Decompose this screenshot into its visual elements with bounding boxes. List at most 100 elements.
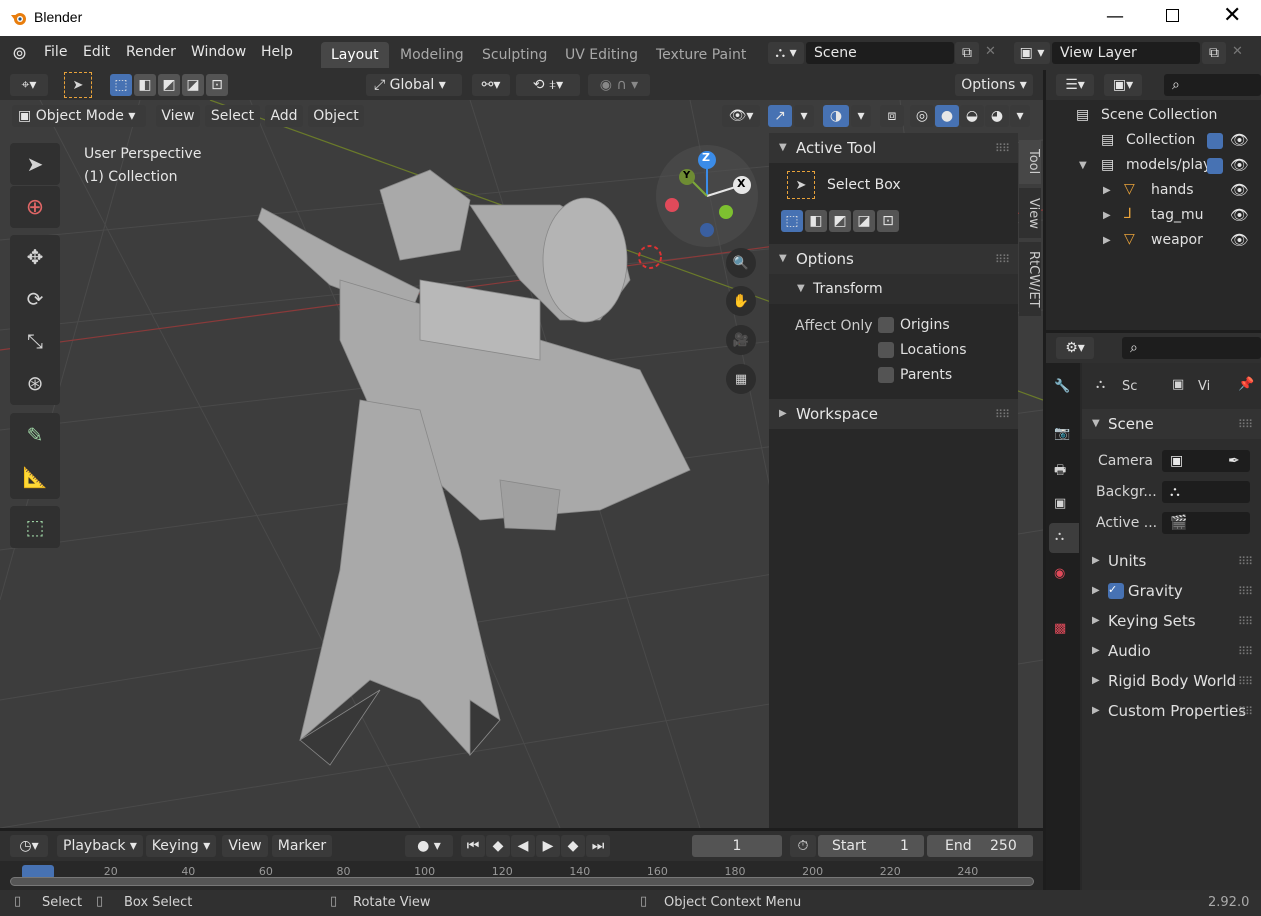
blender-menu-icon[interactable]: ⊚ xyxy=(12,43,27,64)
new-view-layer-icon[interactable]: ⧉ xyxy=(1202,42,1226,64)
exclude-checkbox[interactable] xyxy=(1207,158,1223,174)
rigid-body-world-section[interactable]: ▶ Rigid Body World ⠿⠿ xyxy=(1082,666,1261,696)
eye-icon[interactable]: 👁 xyxy=(1230,131,1249,149)
scene-selector[interactable]: ⛬ ▾ xyxy=(768,42,804,64)
menu-edit[interactable]: Edit xyxy=(83,44,110,60)
outliner-search-input[interactable]: ⌕ xyxy=(1164,74,1261,96)
rendered-shading-icon[interactable]: ◕ xyxy=(985,105,1009,127)
properties-editor-type-icon[interactable]: ⚙▾ xyxy=(1056,337,1094,359)
camera-field[interactable]: ▣ ✒ xyxy=(1162,450,1250,472)
overlay-toggle-icon[interactable]: ◑ xyxy=(823,105,849,127)
outliner-row-tag[interactable]: ▶ ⅃ tag_mu 👁 xyxy=(1046,204,1261,229)
outliner-row-scene-collection[interactable]: ▤ Scene Collection xyxy=(1046,104,1261,129)
texture-tab-icon[interactable]: ▩ xyxy=(1054,621,1066,636)
play-icon[interactable]: ▶ xyxy=(536,835,560,857)
tool-mode-new-icon[interactable]: ⬚ xyxy=(781,210,803,232)
transform-subpanel-header[interactable]: ▼ Transform xyxy=(769,274,1018,304)
expand-triangle-icon[interactable]: ▶ xyxy=(1103,185,1111,196)
editor-type-button[interactable]: ⌖▾ xyxy=(10,74,48,96)
mode-subtract-icon[interactable]: ◩ xyxy=(158,74,180,96)
play-reverse-icon[interactable]: ◀ xyxy=(511,835,535,857)
overlay-dropdown-icon[interactable]: ▾ xyxy=(851,105,871,127)
tab-view[interactable]: View xyxy=(1019,188,1041,238)
close-icon[interactable]: ✕ xyxy=(1223,3,1241,28)
tab-uv-editing[interactable]: UV Editing xyxy=(555,42,648,68)
gizmo-dropdown-icon[interactable]: ▾ xyxy=(794,105,814,127)
object-mode-dropdown[interactable]: ▣ Object Mode ▾ xyxy=(12,105,146,127)
world-tab-icon[interactable]: ◉ xyxy=(1054,566,1065,581)
ortho-grid-icon[interactable]: ▦ xyxy=(726,364,756,394)
wireframe-shading-icon[interactable]: ◎ xyxy=(910,105,934,127)
cursor-tool-button[interactable]: ⊕ xyxy=(10,186,60,228)
view-layer-field[interactable]: View Layer xyxy=(1052,42,1200,64)
menu-add[interactable]: Add xyxy=(265,105,303,127)
expand-triangle-icon[interactable]: ▶ xyxy=(1103,210,1111,221)
drag-grip-icon[interactable]: ⠿⠿ xyxy=(1238,645,1253,658)
options-dropdown[interactable]: Options ▾ xyxy=(955,74,1033,96)
drag-grip-icon[interactable]: ⠿⠿ xyxy=(995,253,1010,266)
playback-menu[interactable]: Playback ▾ xyxy=(57,835,143,857)
menu-window[interactable]: Window xyxy=(191,44,246,60)
exclude-checkbox[interactable] xyxy=(1207,133,1223,149)
tool-mode-intersect-icon[interactable]: ⊡ xyxy=(877,210,899,232)
3d-viewport[interactable]: User Perspective (1) Collection ➤ ⊕ ✥ ⟳ … xyxy=(0,100,1043,828)
drag-grip-icon[interactable]: ⠿⠿ xyxy=(1238,418,1253,431)
zoom-icon[interactable]: 🔍 xyxy=(726,248,756,278)
outliner-editor-type-icon[interactable]: ☰▾ xyxy=(1056,74,1094,96)
keying-menu[interactable]: Keying ▾ xyxy=(146,835,216,857)
rotate-icon[interactable]: ⟳ xyxy=(27,287,44,311)
measure-icon[interactable]: 📐 xyxy=(23,465,48,489)
tab-sculpting[interactable]: Sculpting xyxy=(472,42,557,68)
eye-icon[interactable]: 👁 xyxy=(1230,181,1249,199)
mode-intersect-icon[interactable]: ⊡ xyxy=(206,74,228,96)
gravity-section[interactable]: ▶ ✓ Gravity ⠿⠿ xyxy=(1082,576,1261,606)
tab-modeling[interactable]: Modeling xyxy=(390,42,474,68)
jump-end-icon[interactable]: ⏭ xyxy=(586,835,610,857)
camera-view-icon[interactable]: 🎥 xyxy=(726,325,756,355)
scene-panel-header[interactable]: ▼ Scene ⠿⠿ xyxy=(1082,409,1261,439)
drag-grip-icon[interactable]: ⠿⠿ xyxy=(1238,675,1253,688)
eye-icon[interactable]: 👁 xyxy=(1230,206,1249,224)
audio-section[interactable]: ▶ Audio ⠿⠿ xyxy=(1082,636,1261,666)
properties-search-input[interactable]: ⌕ xyxy=(1122,337,1261,359)
maximize-icon[interactable] xyxy=(1166,9,1179,22)
new-scene-icon[interactable]: ⧉ xyxy=(955,42,979,64)
tab-tool[interactable]: Tool xyxy=(1019,140,1041,184)
custom-properties-section[interactable]: ▶ Custom Properties ⠿⠿ xyxy=(1082,696,1261,726)
outliner-row-weapon[interactable]: ▶ ▽ weapor 👁 xyxy=(1046,229,1261,254)
move-icon[interactable]: ✥ xyxy=(27,245,44,269)
navigation-gizmo[interactable]: Z X Y xyxy=(656,145,758,247)
jump-start-icon[interactable]: ⏮ xyxy=(461,835,485,857)
gravity-checkbox[interactable]: ✓ xyxy=(1108,583,1124,599)
tool-mode-subtract-icon[interactable]: ◩ xyxy=(829,210,851,232)
view-layer-tab-icon[interactable]: ▣ xyxy=(1054,496,1066,511)
units-section[interactable]: ▶ Units ⠿⠿ xyxy=(1082,546,1261,576)
current-frame-field[interactable]: 1 xyxy=(692,835,782,857)
mode-new-icon[interactable]: ⬚ xyxy=(110,74,132,96)
tab-rtcw-et[interactable]: RtCW/ET xyxy=(1019,242,1041,316)
tool-tab-icon[interactable]: 🔧 xyxy=(1054,379,1070,394)
visibility-eye-icon[interactable]: 👁▾ xyxy=(722,105,760,127)
delete-scene-icon[interactable]: ✕ xyxy=(985,44,996,59)
display-mode-icon[interactable]: ▣▾ xyxy=(1104,74,1142,96)
drag-grip-icon[interactable]: ⠿⠿ xyxy=(1238,585,1253,598)
timeline-scrollbar[interactable] xyxy=(10,877,1034,886)
origins-checkbox[interactable]: Origins xyxy=(878,317,950,333)
drag-grip-icon[interactable]: ⠿⠿ xyxy=(1238,705,1253,718)
active-tool-header[interactable]: ▼ Active Tool ⠿⠿ xyxy=(769,133,1018,163)
scale-icon[interactable]: ⤡ xyxy=(27,329,43,353)
scene-name-field[interactable]: Scene xyxy=(806,42,954,64)
mode-difference-icon[interactable]: ◪ xyxy=(182,74,204,96)
workspace-panel-header[interactable]: ▶ Workspace ⠿⠿ xyxy=(769,399,1018,429)
xray-icon[interactable]: ⧈ xyxy=(880,105,904,127)
eye-icon[interactable]: 👁 xyxy=(1230,231,1249,249)
timeline-view-menu[interactable]: View xyxy=(222,835,268,857)
transform-icon[interactable]: ⊛ xyxy=(27,371,44,395)
active-clip-field[interactable]: 🎬 xyxy=(1162,512,1250,534)
output-tab-icon[interactable]: 🖶 xyxy=(1054,461,1066,483)
gizmo-toggle-icon[interactable]: ↗ xyxy=(768,105,792,127)
eye-icon[interactable]: 👁 xyxy=(1230,156,1249,174)
view-layer-selector[interactable]: ▣ ▾ xyxy=(1014,42,1050,64)
tool-mode-extend-icon[interactable]: ◧ xyxy=(805,210,827,232)
outliner-row-models[interactable]: ▼ ▤ models/play 👁 xyxy=(1046,154,1261,179)
